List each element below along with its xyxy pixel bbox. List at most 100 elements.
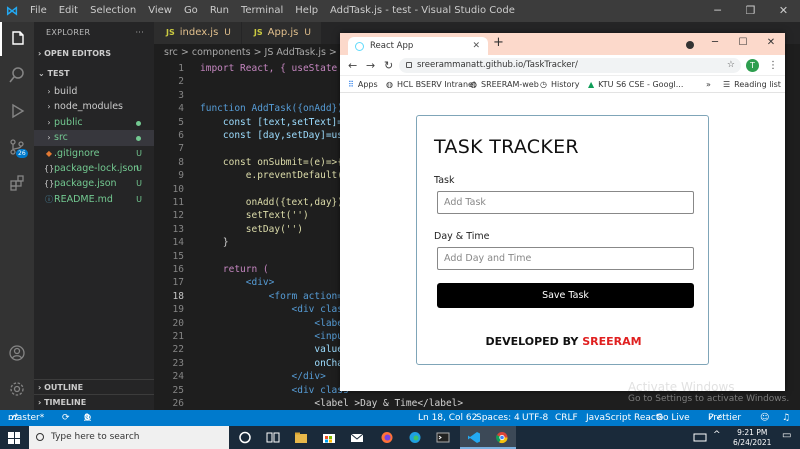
tree-item-package-lock[interactable]: {}package-lock.json U: [34, 161, 154, 176]
notifications-icon[interactable]: ▭: [782, 430, 791, 441]
new-tab-icon[interactable]: +: [493, 35, 504, 50]
chrome-menu-icon[interactable]: ⋮: [768, 55, 778, 76]
indentation[interactable]: Spaces: 4: [476, 410, 520, 426]
vscode-window-controls: ─ ❐ ✕: [701, 0, 800, 22]
vscode-logo-icon: ⋈: [5, 3, 19, 19]
timeline-section[interactable]: › TIMELINE: [34, 394, 154, 409]
taskbar-search-placeholder: Type here to search: [51, 432, 140, 442]
status-bar: ⎇ master* ⟳ ⊗ 0 △ 0 Ln 18, Col 62 Spaces…: [0, 410, 800, 426]
save-task-button[interactable]: Save Task: [437, 283, 694, 308]
windows-start-icon[interactable]: [8, 432, 20, 444]
encoding[interactable]: UTF-8: [522, 410, 548, 426]
menu-selection[interactable]: Selection: [84, 0, 142, 22]
outline-section[interactable]: › OUTLINE: [34, 379, 154, 394]
globe-icon: ◍: [386, 80, 393, 89]
bookmark-history[interactable]: ◷ History: [540, 76, 579, 93]
extensions-icon[interactable]: [0, 166, 34, 200]
clock-date: 6/24/2021: [733, 438, 772, 447]
task-input[interactable]: Add Task: [437, 191, 694, 214]
menu-go[interactable]: Go: [178, 0, 204, 22]
code-line: 24 </div>: [172, 371, 326, 383]
maximize-icon[interactable]: ☐: [729, 33, 757, 53]
tab-app-js[interactable]: JS App.js U: [241, 22, 322, 44]
menu-view[interactable]: View: [142, 0, 178, 22]
notifications-bell-icon[interactable]: ♫: [782, 410, 790, 426]
account-icon[interactable]: [0, 336, 34, 370]
window-title: AddTask.js - test - Visual Studio Code: [330, 5, 515, 16]
firefox-icon[interactable]: [380, 431, 394, 444]
tree-item-src[interactable]: › src: [34, 130, 154, 146]
edge-icon[interactable]: [408, 431, 422, 444]
media-control-icon[interactable]: [686, 41, 694, 49]
feedback-icon[interactable]: ☺: [760, 410, 769, 426]
bookmark-hcl[interactable]: ◍ HCL BSERV Intranet: [386, 76, 476, 93]
vscode-title-bar: ⋈ File Edit Selection View Go Run Termin…: [0, 0, 800, 22]
code-line: 3: [178, 89, 184, 101]
minimize-icon[interactable]: ─: [701, 0, 734, 22]
browser-tab-react-app[interactable]: React App ✕: [348, 37, 488, 55]
chrome-icon[interactable]: [495, 431, 509, 444]
day-time-input[interactable]: Add Day and Time: [437, 247, 694, 270]
profile-avatar[interactable]: T: [746, 59, 759, 72]
store-icon[interactable]: [322, 431, 336, 444]
test-folder-section[interactable]: ⌄ TEST: [34, 64, 154, 84]
js-file-icon: JS: [166, 28, 175, 37]
language-mode[interactable]: JavaScript React: [586, 410, 659, 426]
json-file-icon: {}: [44, 179, 55, 189]
end-of-line[interactable]: CRLF: [555, 410, 578, 426]
menu-run[interactable]: Run: [204, 0, 235, 22]
tree-item-package-json[interactable]: {}package.json U: [34, 176, 154, 191]
bookmark-ktu[interactable]: ▲ KTU S6 CSE - Googl...: [588, 76, 683, 93]
source-control-icon[interactable]: 26: [0, 130, 34, 164]
address-bar[interactable]: sreerammanatt.github.io/TaskTracker/ ☆: [399, 58, 741, 73]
tree-item-public[interactable]: › public: [34, 115, 154, 130]
more-bookmarks-icon[interactable]: »: [706, 76, 711, 93]
minimize-icon[interactable]: ─: [701, 33, 729, 53]
search-icon[interactable]: [0, 58, 34, 92]
tree-item-readme[interactable]: ⓘREADME.md U: [34, 192, 154, 207]
settings-gear-icon[interactable]: [0, 372, 34, 406]
bookmark-star-icon[interactable]: ☆: [727, 58, 735, 73]
explorer-icon[interactable]: [0, 22, 34, 56]
keyboard-icon[interactable]: [693, 431, 707, 444]
reading-list[interactable]: ☰ Reading list: [723, 76, 781, 93]
taskbar-search-box[interactable]: Type here to search: [29, 426, 229, 449]
file-explorer-icon[interactable]: [294, 431, 308, 444]
chevron-up-icon[interactable]: ^: [713, 430, 721, 440]
task-view-icon[interactable]: [266, 431, 280, 444]
cursor-position[interactable]: Ln 18, Col 62: [418, 410, 477, 426]
tree-item-node-modules[interactable]: › node_modules: [34, 99, 154, 114]
menu-terminal[interactable]: Terminal: [235, 0, 289, 22]
menu-file[interactable]: File: [24, 0, 53, 22]
code-line: 11 onAdd({text,day}): [172, 197, 343, 208]
code-line: 20 <label: [172, 317, 349, 329]
close-icon[interactable]: ✕: [757, 33, 785, 53]
cortana-icon[interactable]: [238, 431, 252, 444]
forward-arrow-icon[interactable]: →: [366, 55, 375, 76]
system-clock[interactable]: 9:21 PM 6/24/2021: [733, 428, 771, 448]
menu-edit[interactable]: Edit: [53, 0, 84, 22]
bookmark-apps[interactable]: ⠿ Apps: [348, 76, 378, 93]
terminal-icon[interactable]: [436, 431, 450, 444]
close-icon[interactable]: ✕: [767, 0, 800, 22]
menu-help[interactable]: Help: [289, 0, 324, 22]
tree-item-label: package-lock.json: [54, 162, 140, 174]
desktop: ⋈ File Edit Selection View Go Run Termin…: [0, 0, 800, 449]
mail-icon[interactable]: [350, 431, 364, 444]
chevron-right-icon: ›: [47, 87, 51, 96]
maximize-icon[interactable]: ❐: [734, 0, 767, 22]
open-editors-section[interactable]: › OPEN EDITORS: [34, 44, 154, 64]
vscode-icon[interactable]: [467, 431, 481, 444]
back-arrow-icon[interactable]: ←: [348, 55, 357, 76]
tree-item-gitignore[interactable]: ◆ .gitignore U: [34, 146, 154, 161]
tree-item-build[interactable]: › build: [34, 84, 154, 99]
close-tab-icon[interactable]: ✕: [472, 37, 480, 55]
explorer-header: EXPLORER ···: [34, 22, 154, 44]
reload-icon[interactable]: ↻: [384, 55, 393, 76]
bookmark-sreeram-web[interactable]: ◍ SREERAM-web: [470, 76, 539, 93]
code-line: 7: [178, 143, 184, 155]
tab-index-js[interactable]: JS index.js U: [154, 22, 242, 44]
sync-icon[interactable]: ⟳: [62, 410, 70, 426]
run-debug-icon[interactable]: [0, 94, 34, 128]
more-actions-icon[interactable]: ···: [135, 22, 144, 44]
